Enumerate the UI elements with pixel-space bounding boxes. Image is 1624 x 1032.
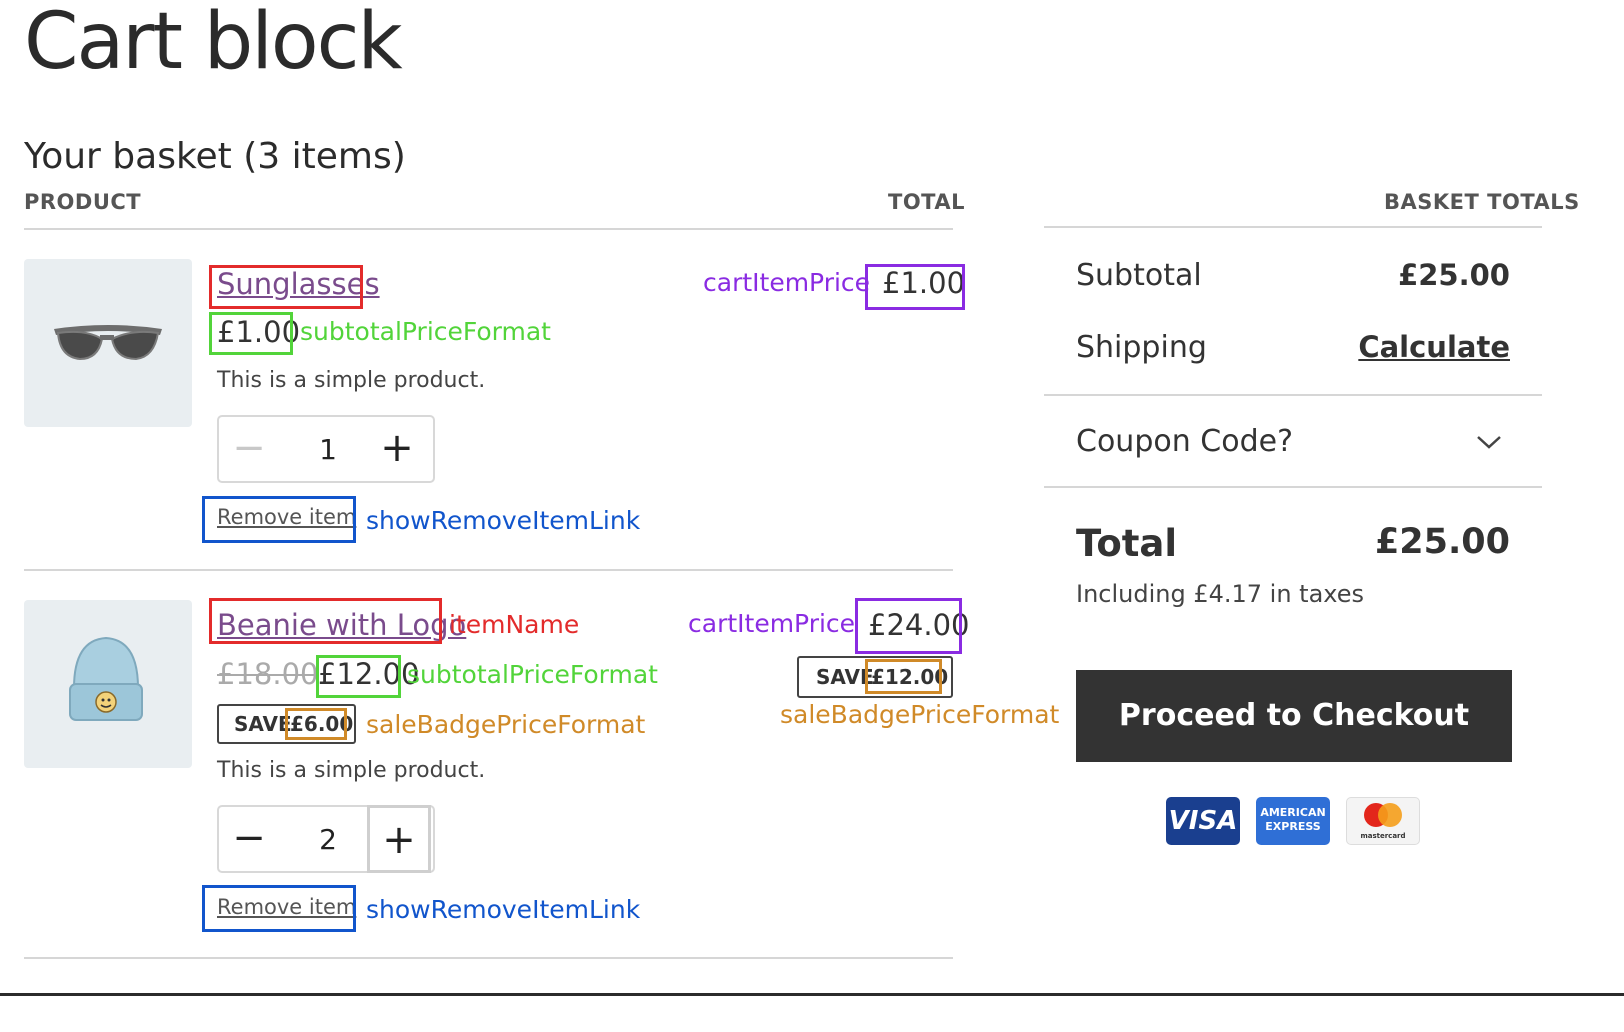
quantity-input[interactable]: 2 <box>295 807 361 871</box>
subtotal-price-highlight <box>209 312 293 355</box>
cart-item-price-highlight <box>855 598 962 654</box>
regular-price: £18.00 <box>217 657 319 691</box>
increase-quantity-button[interactable]: + <box>367 805 431 873</box>
mastercard-icon: mastercard <box>1346 797 1420 845</box>
page-bottom-border <box>0 993 1624 996</box>
product-description: This is a simple product. <box>217 758 486 783</box>
show-remove-item-link-annotation: showRemoveItemLink <box>366 895 641 924</box>
remove-item-highlight <box>202 885 356 932</box>
totals-divider <box>1044 394 1542 396</box>
cart-item-price-annotation: cartItemPrice <box>703 268 871 297</box>
product-description: This is a simple product. <box>217 368 486 393</box>
calculate-shipping-link[interactable]: Calculate <box>1310 330 1510 364</box>
shipping-label: Shipping <box>1076 330 1207 365</box>
sale-badge-label: SAVE <box>234 712 292 736</box>
sale-badge-price-highlight <box>285 708 347 740</box>
chevron-down-icon <box>1477 436 1501 449</box>
beanie-icon <box>69 636 143 721</box>
show-remove-item-link-annotation: showRemoveItemLink <box>366 506 641 535</box>
quantity-input[interactable]: 1 <box>295 417 361 481</box>
sale-badge-price-format-annotation: saleBadgePriceFormat <box>780 700 1060 729</box>
sunglasses-icon <box>54 325 162 361</box>
visa-card-icon: VISA <box>1166 797 1240 845</box>
item-divider <box>24 957 953 959</box>
coupon-code-toggle[interactable]: Coupon Code? <box>1044 398 1542 486</box>
coupon-code-label: Coupon Code? <box>1076 424 1293 459</box>
subtotal-price-format-annotation: subtotalPriceFormat <box>407 660 658 689</box>
page-title: Cart block <box>24 0 403 87</box>
subtotal-label: Subtotal <box>1076 258 1202 293</box>
sale-badge-price-format-annotation: saleBadgePriceFormat <box>366 710 646 739</box>
product-thumbnail[interactable] <box>24 600 192 768</box>
subtotal-value: £25.00 <box>1398 258 1510 292</box>
item-name-highlight <box>209 598 442 644</box>
totals-divider <box>1044 486 1542 488</box>
mastercard-circles-icon <box>1364 803 1402 827</box>
subtotal-price-format-annotation: subtotalPriceFormat <box>300 317 551 346</box>
totals-header-divider <box>1044 226 1542 228</box>
quantity-stepper[interactable]: − 2 + <box>217 805 435 873</box>
header-divider <box>24 228 953 230</box>
amex-line1: AMERICAN <box>1260 806 1326 819</box>
quantity-stepper[interactable]: − 1 + <box>217 415 435 483</box>
decrease-quantity-button[interactable]: − <box>219 417 279 481</box>
total-label: Total <box>1076 522 1178 565</box>
visa-label: VISA <box>1168 806 1238 836</box>
product-thumbnail[interactable] <box>24 259 192 427</box>
amex-line2: EXPRESS <box>1265 820 1321 833</box>
item-name-annotation: itemName <box>449 610 580 639</box>
sale-badge-price-highlight <box>865 659 942 694</box>
product-column-header: PRODUCT <box>24 190 142 214</box>
subtotal-price-highlight <box>316 655 401 698</box>
amex-card-icon: AMERICAN EXPRESS <box>1256 797 1330 845</box>
tax-note: Including £4.17 in taxes <box>1076 580 1365 608</box>
remove-item-highlight <box>202 496 356 543</box>
basket-totals-header: BASKET TOTALS <box>1384 190 1580 214</box>
decrease-quantity-button[interactable]: − <box>219 807 279 871</box>
mastercard-label: mastercard <box>1360 832 1406 840</box>
proceed-to-checkout-button[interactable]: Proceed to Checkout <box>1076 670 1512 762</box>
basket-heading: Your basket (3 items) <box>24 136 406 177</box>
total-value: £25.00 <box>1374 522 1510 562</box>
cart-item-price-highlight <box>865 264 965 310</box>
item-name-highlight <box>209 265 363 309</box>
total-column-header: TOTAL <box>888 190 966 214</box>
item-divider <box>24 569 953 571</box>
cart-item-price-annotation: cartItemPrice <box>688 609 856 638</box>
increase-quantity-button[interactable]: + <box>367 417 427 481</box>
